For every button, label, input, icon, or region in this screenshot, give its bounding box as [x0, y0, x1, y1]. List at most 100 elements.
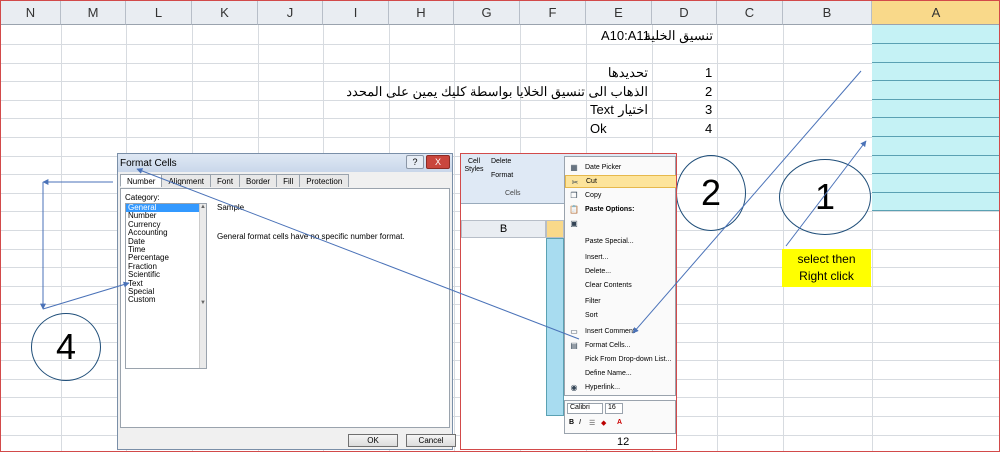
column-header-b-small[interactable]: B	[461, 220, 546, 238]
italic-button[interactable]: I	[579, 419, 581, 426]
column-header-a[interactable]: A	[872, 1, 999, 25]
sheet-title: تنسيق الخلية	[644, 28, 713, 43]
cell-a[interactable]	[872, 63, 999, 81]
column-header-d[interactable]: D	[652, 1, 717, 25]
cell-a[interactable]	[872, 81, 999, 100]
instruction-note: select then Right click	[782, 249, 871, 287]
close-button[interactable]: X	[426, 155, 450, 169]
format-cells-dialog: Format Cells ? X Number Alignment Font B…	[117, 153, 456, 450]
cell-styles-button[interactable]: Cell Styles	[463, 158, 485, 174]
column-header-f[interactable]: F	[520, 1, 586, 25]
context-menu-item[interactable]: ▤ Format Cells...	[565, 339, 676, 352]
cancel-button[interactable]: Cancel	[406, 434, 456, 447]
step-text-en: Text	[590, 102, 614, 117]
tab-font[interactable]: Font	[210, 174, 241, 187]
callout-oval-2: 2	[676, 155, 746, 231]
tab-protection[interactable]: Protection	[299, 174, 350, 187]
context-menu-item[interactable]: Filter	[565, 295, 676, 308]
context-menu-item[interactable]: ▦ Date Picker	[565, 161, 676, 174]
fill-color-icon[interactable]: ◆	[601, 419, 606, 427]
context-menu-item[interactable]: Paste Special...	[565, 235, 676, 248]
cell-a[interactable]	[872, 44, 999, 63]
cell-a[interactable]	[872, 137, 999, 156]
cell-a[interactable]	[872, 118, 999, 137]
context-menu-item-label: Delete...	[585, 268, 612, 275]
context-menu-item[interactable]: Pick From Drop-down List...	[565, 353, 676, 366]
context-menu-item[interactable]: ▣	[565, 217, 676, 230]
cell-a[interactable]	[872, 156, 999, 174]
font-color-icon[interactable]: A	[617, 419, 622, 426]
cell-a[interactable]	[872, 174, 999, 193]
context-menu-item[interactable]: Insert...	[565, 251, 676, 264]
context-menu-item-label: Insert Comment	[585, 328, 635, 335]
cell-range-label: A10:A11	[601, 28, 650, 43]
column-header-l[interactable]: L	[126, 1, 192, 25]
selected-cells[interactable]	[546, 238, 564, 416]
bold-button[interactable]: B	[569, 419, 574, 426]
context-menu-item[interactable]: ✂ Cut	[565, 175, 676, 188]
context-menu-item-label: Hyperlink...	[585, 384, 621, 391]
context-menu-item[interactable]: Clear Contents	[565, 279, 676, 292]
tab-fill[interactable]: Fill	[276, 174, 301, 187]
context-menu-item[interactable]: ▭ Insert Comment	[565, 325, 676, 338]
gridline	[717, 25, 718, 451]
column-header-j[interactable]: J	[258, 1, 323, 25]
gridline	[1, 81, 999, 82]
column-header-g[interactable]: G	[454, 1, 520, 25]
gridline	[1, 100, 999, 101]
delete-button[interactable]: Delete	[491, 158, 511, 165]
gridline	[1, 44, 999, 45]
dialog-title-buttons: ? X	[406, 155, 450, 169]
context-menu-item-label: Format Cells...	[585, 342, 631, 349]
column-header-e[interactable]: E	[586, 1, 652, 25]
align-center-icon[interactable]: ☰	[589, 419, 595, 427]
column-header-h[interactable]: H	[389, 1, 454, 25]
column-header-c[interactable]: C	[717, 1, 783, 25]
cell-a[interactable]	[872, 193, 999, 211]
context-menu-item[interactable]: 📋 Paste Options:	[565, 203, 676, 216]
callout-oval-1: 1	[779, 159, 871, 235]
cell-a[interactable]	[872, 100, 999, 118]
format-button[interactable]: Format	[491, 172, 513, 179]
mini-toolbar: Calibri 16 B I ☰ ◆ A	[564, 400, 676, 434]
column-header-i[interactable]: I	[323, 1, 389, 25]
category-label: Category:	[125, 193, 160, 202]
scissors-icon: ✂	[571, 177, 579, 187]
column-header-k[interactable]: K	[192, 1, 258, 25]
context-menu-item[interactable]: Sort	[565, 309, 676, 322]
context-menu-item-label: Insert...	[585, 254, 609, 261]
cell-a[interactable]	[872, 25, 999, 44]
context-menu-item[interactable]: ◉ Hyperlink...	[565, 381, 676, 394]
category-list[interactable]: General Number Currency Accounting Date …	[125, 203, 207, 369]
column-header-m[interactable]: M	[61, 1, 126, 25]
format-description: General format cells have no specific nu…	[217, 232, 405, 241]
font-size-box[interactable]: 16	[605, 403, 623, 414]
ok-button[interactable]: OK	[348, 434, 398, 447]
column-header-n[interactable]: N	[1, 1, 61, 25]
tab-alignment[interactable]: Alignment	[161, 174, 212, 187]
context-menu-item-label: Date Picker	[585, 164, 622, 171]
row-number: 12	[617, 436, 630, 448]
category-item[interactable]: Custom	[126, 295, 206, 304]
globe-icon: ◉	[570, 382, 578, 392]
context-menu: ▦ Date Picker ✂ Cut ❐ Copy 📋 Paste Options: ▣ Pas…	[564, 156, 676, 396]
context-menu-item[interactable]: Delete...	[565, 265, 676, 278]
column-header-b[interactable]: B	[783, 1, 872, 25]
context-menu-item-label: Sort	[585, 312, 598, 319]
tab-number[interactable]: Number	[120, 174, 163, 187]
column-header-selected-small[interactable]	[546, 220, 564, 238]
step-number: 2	[705, 84, 713, 99]
context-menu-item[interactable]: ❐ Copy	[565, 189, 676, 202]
help-button[interactable]: ?	[406, 155, 424, 169]
context-menu-item[interactable]: Define Name...	[565, 367, 676, 380]
context-menu-screenshot: Cell Styles Delete Format Cells B ▦ Date …	[460, 153, 677, 450]
clipboard-icon: 📋	[569, 204, 579, 214]
category-scrollbar[interactable]: ▲ ▼	[199, 204, 206, 368]
copy-icon: ❐	[570, 190, 578, 200]
tab-panel: Category: General Number Currency Accoun…	[120, 188, 450, 428]
context-menu-item-label: Cut	[586, 178, 597, 185]
callout-oval-4: 4	[31, 313, 101, 381]
tab-border[interactable]: Border	[239, 174, 278, 187]
step-number: 4	[705, 121, 713, 136]
font-name-box[interactable]: Calibri	[567, 403, 603, 414]
